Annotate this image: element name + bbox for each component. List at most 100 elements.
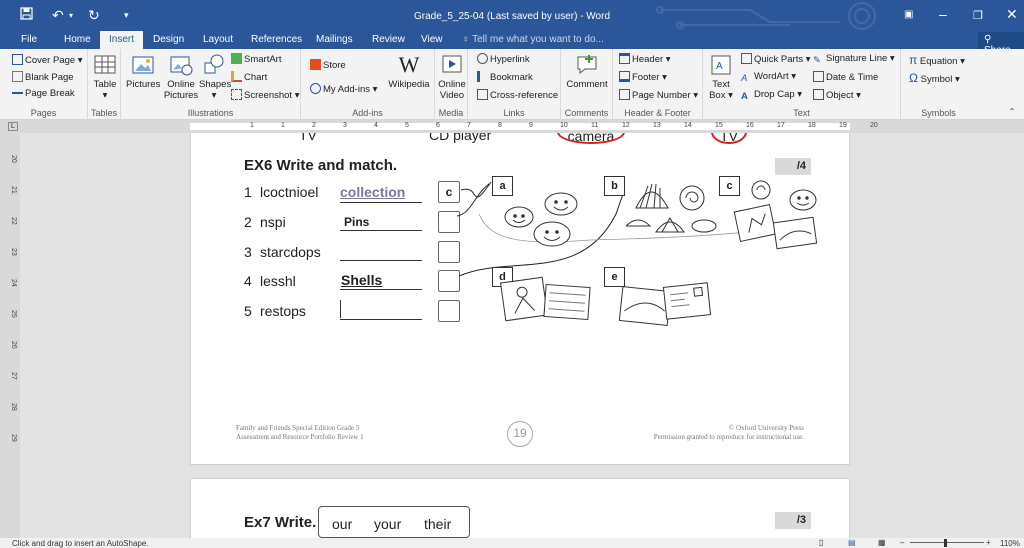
header-button[interactable]: Header ▾ xyxy=(619,53,671,65)
comment-button[interactable]: Comment xyxy=(565,53,609,90)
signature-line-icon: ✎ xyxy=(813,55,821,66)
group-links: Hyperlink Bookmark Cross-reference Links xyxy=(468,49,561,120)
tab-review[interactable]: Review xyxy=(372,34,405,45)
zoom-slider-thumb[interactable] xyxy=(944,539,947,547)
answer-line[interactable] xyxy=(340,260,422,261)
group-illustrations: Pictures Online Pictures Shapes ▾ SmartAr… xyxy=(121,49,301,120)
tab-view[interactable]: View xyxy=(421,34,443,45)
web-layout-icon[interactable]: ▦ xyxy=(878,538,886,547)
answer-line xyxy=(340,202,422,203)
page-break-button[interactable]: Page Break xyxy=(12,88,75,99)
pictures-icon xyxy=(132,56,154,74)
blank-page-button[interactable]: Blank Page xyxy=(12,71,74,83)
circled-camera: camera xyxy=(557,133,625,144)
answer-text[interactable]: Shells xyxy=(341,272,382,288)
tab-file[interactable]: File xyxy=(21,34,37,45)
stickers-icon xyxy=(499,276,591,322)
read-mode-icon[interactable]: ▯ xyxy=(819,538,823,547)
screenshot-button[interactable]: Screenshot ▾ xyxy=(231,89,299,101)
page-19[interactable]: TV CD player camera TV EX6 Write and mat… xyxy=(190,133,850,465)
group-label-header-footer: Header & Footer xyxy=(624,108,691,118)
scrambled-word: restops xyxy=(260,303,306,319)
bookmark-icon xyxy=(477,71,488,82)
equation-button[interactable]: π Equation ▾ xyxy=(909,53,965,67)
hyperlink-button[interactable]: Hyperlink xyxy=(477,53,530,65)
my-addins-button[interactable]: My Add-ins ▾ xyxy=(310,83,377,95)
signature-line-button[interactable]: ✎ Signature Line ▾ xyxy=(813,53,895,66)
table-icon xyxy=(94,55,116,74)
vertical-ruler[interactable]: 20 21 22 23 24 25 26 27 28 29 xyxy=(8,133,20,538)
quick-parts-button[interactable]: Quick Parts ▾ xyxy=(741,53,811,65)
row-number: 4 xyxy=(244,273,252,289)
ruler-number: 9 xyxy=(529,122,533,129)
collapse-ribbon-icon[interactable]: ⌃ xyxy=(1008,107,1016,118)
zoom-slider[interactable] xyxy=(910,542,984,543)
text-box-button[interactable]: A Text Box ▾ xyxy=(706,53,736,101)
smartart-button[interactable]: SmartArt xyxy=(231,53,281,65)
partial-word-cd-player: CD player xyxy=(429,133,492,143)
object-button[interactable]: Object ▾ xyxy=(813,89,861,101)
page-number-button[interactable]: Page Number ▾ xyxy=(619,89,698,101)
answer-line[interactable] xyxy=(340,319,422,320)
wordart-button[interactable]: A WordArt ▾ xyxy=(741,71,796,84)
ruler-number: 16 xyxy=(746,122,754,129)
table-button[interactable]: Table ▾ xyxy=(92,53,118,101)
left-edge xyxy=(0,120,8,538)
quick-parts-icon xyxy=(741,53,752,64)
drop-cap-icon: A xyxy=(741,91,748,102)
horizontal-ruler[interactable]: L 1 1 2 3 4 5 6 7 8 9 10 11 12 13 14 15 16 17 18 19 20 xyxy=(0,120,1024,133)
pictures-button[interactable]: Pictures xyxy=(126,53,160,90)
zoom-out-icon[interactable]: – xyxy=(900,538,904,547)
tab-selector-icon[interactable]: L xyxy=(8,122,18,131)
footer-button[interactable]: Footer ▾ xyxy=(619,71,667,83)
group-label-comments: Comments xyxy=(564,108,609,118)
tab-design[interactable]: Design xyxy=(153,34,184,45)
ruler-number: 11 xyxy=(591,122,599,129)
wikipedia-button[interactable]: W Wikipedia xyxy=(387,53,431,91)
document-canvas[interactable]: TV CD player camera TV EX6 Write and mat… xyxy=(20,133,1024,538)
minimize-icon[interactable]: – xyxy=(939,6,947,22)
tab-mailings[interactable]: Mailings xyxy=(316,34,353,45)
symbol-button[interactable]: Ω Symbol ▾ xyxy=(909,71,960,85)
answer-line xyxy=(340,230,422,231)
group-label-symbols: Symbols xyxy=(921,108,956,118)
zoom-in-icon[interactable]: + xyxy=(986,538,991,547)
online-video-button[interactable]: Online Video xyxy=(437,53,467,101)
word-box: our your their xyxy=(318,506,470,538)
vruler-number: 29 xyxy=(10,434,17,442)
tab-home[interactable]: Home xyxy=(64,34,91,45)
date-time-button[interactable]: Date & Time xyxy=(813,71,878,83)
close-icon[interactable]: ✕ xyxy=(1006,6,1018,23)
partial-word-tv: TV xyxy=(299,133,317,143)
zoom-level[interactable]: 110% xyxy=(1000,539,1020,548)
drop-cap-button[interactable]: A Drop Cap ▾ xyxy=(741,89,802,102)
bookmark-button[interactable]: Bookmark xyxy=(477,71,533,83)
cross-reference-button[interactable]: Cross-reference xyxy=(477,89,558,101)
print-layout-icon[interactable]: ▤ xyxy=(848,538,856,547)
tab-insert[interactable]: Insert xyxy=(100,31,144,49)
restore-icon[interactable]: ❐ xyxy=(973,9,983,22)
word-box-item: your xyxy=(374,516,402,532)
pi-icon: π xyxy=(909,53,918,67)
word-box-item: their xyxy=(424,516,452,532)
page-20[interactable]: Ex7 Write. our your their /3 xyxy=(190,478,850,538)
circled-tv: TV xyxy=(711,133,747,144)
match-box[interactable] xyxy=(438,300,460,322)
online-pictures-button[interactable]: Online Pictures xyxy=(162,53,200,101)
vruler-number: 24 xyxy=(10,279,17,287)
share-button[interactable]: ⚲ Share xyxy=(978,32,1024,56)
tab-references[interactable]: References xyxy=(251,34,302,45)
shapes-button[interactable]: Shapes ▾ xyxy=(199,53,231,101)
group-label-illustrations: Illustrations xyxy=(187,108,234,118)
answer-text[interactable]: collection xyxy=(340,184,405,200)
footer-left: Family and Friends Special Edition Grade… xyxy=(236,424,364,441)
tab-layout[interactable]: Layout xyxy=(203,34,233,45)
cover-page-button[interactable]: Cover Page ▾ xyxy=(12,54,83,66)
chart-button[interactable]: Chart xyxy=(231,71,267,83)
cross-reference-icon xyxy=(477,89,488,100)
ribbon-display-icon[interactable]: ▣ xyxy=(904,9,913,20)
answer-text[interactable]: Pins xyxy=(344,215,369,229)
store-button[interactable]: Store xyxy=(310,59,346,71)
group-media: Online Video Media xyxy=(435,49,468,120)
tell-me-input[interactable]: ♀ Tell me what you want to do... xyxy=(462,34,604,45)
